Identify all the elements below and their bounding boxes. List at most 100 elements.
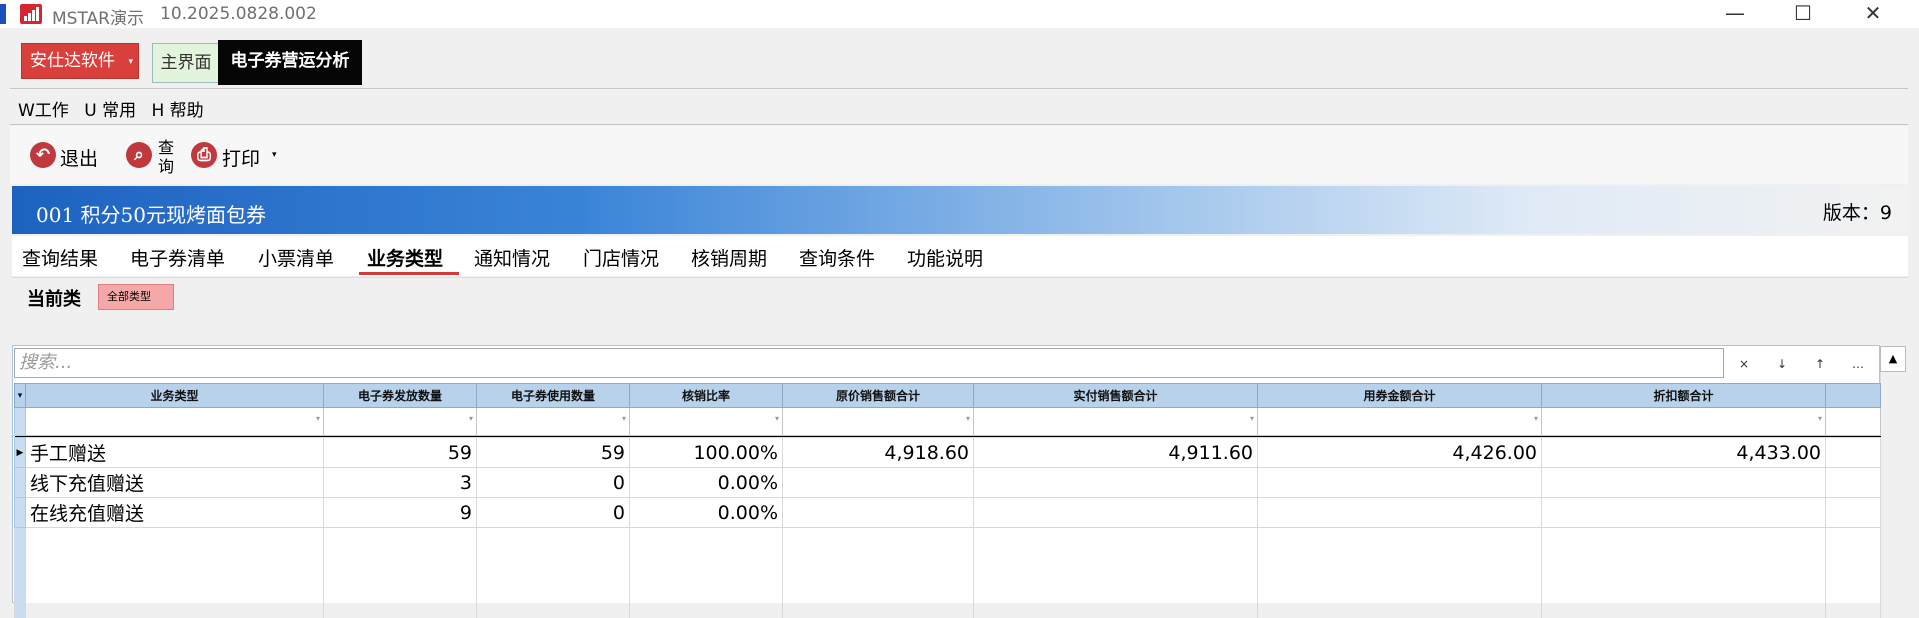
cell-ratio[interactable]: 100.00% — [629, 437, 783, 468]
column-filter[interactable]: ▾ — [782, 407, 974, 436]
tab-query-conditions[interactable]: 查询条件 — [799, 244, 875, 271]
toolbar: ↶ 退出 ⌕ 查 询 ⎙ 打印 ▾ — [10, 126, 1908, 184]
cell-original-sales[interactable]: 4,918.60 — [782, 437, 974, 468]
cell-issued[interactable]: 59 — [323, 437, 477, 468]
column-filter[interactable]: ▾ — [973, 407, 1258, 436]
column-filter[interactable]: ▾ — [1541, 407, 1826, 436]
column-filter[interactable]: ▾ — [476, 407, 630, 436]
table-row[interactable]: ▶ 手工赠送 59 59 100.00% 4,918.60 4,911.60 4… — [14, 437, 1881, 468]
empty-cell — [323, 527, 477, 618]
cell-ratio[interactable]: 0.00% — [629, 467, 783, 498]
tab-function-help[interactable]: 功能说明 — [907, 244, 983, 271]
cell-paid-sales[interactable] — [973, 497, 1258, 528]
empty-cell — [973, 527, 1258, 618]
table-row[interactable]: 线下充值赠送 3 0 0.00% — [14, 467, 1881, 498]
cell-filler — [1825, 467, 1881, 498]
row-indicator[interactable] — [14, 467, 26, 498]
cell-used[interactable]: 0 — [476, 467, 630, 498]
cell-paid-sales[interactable]: 4,911.60 — [973, 437, 1258, 468]
business-type-table: ▾ 业务类型 电子券发放数量 电子券使用数量 核销比率 原价销售额合计 实付销售… — [14, 383, 1881, 618]
cell-original-sales[interactable] — [782, 497, 974, 528]
print-dropdown-icon: ▾ — [272, 150, 277, 160]
category-badge[interactable]: 全部类型 — [98, 284, 174, 310]
cell-used[interactable]: 59 — [476, 437, 630, 468]
chevron-down-icon: ▾ — [128, 57, 133, 67]
company-menu-button[interactable]: 安仕达软件 ▾ — [21, 43, 139, 79]
cell-original-sales[interactable] — [782, 467, 974, 498]
exit-label: 退出 — [60, 148, 99, 170]
chevron-down-icon: ▾ — [1533, 414, 1538, 423]
column-header-filler — [1825, 383, 1881, 408]
column-header[interactable]: 电子券发放数量 — [323, 383, 477, 408]
tab-receipt-list[interactable]: 小票清单 — [258, 244, 334, 271]
cell-issued[interactable]: 9 — [323, 497, 477, 528]
chevron-down-icon: ▾ — [17, 390, 23, 401]
minimize-button[interactable]: — — [1700, 0, 1770, 28]
cell-business-type[interactable]: 在线充值赠送 — [25, 497, 324, 528]
menu-common[interactable]: U 常用 — [84, 101, 136, 121]
cell-discount[interactable] — [1541, 497, 1826, 528]
cell-business-type[interactable]: 手工赠送 — [25, 437, 324, 468]
search-input[interactable]: 搜索... — [14, 348, 1724, 378]
tab-redemption-cycle[interactable]: 核销周期 — [691, 244, 767, 271]
tab-business-type[interactable]: 业务类型 — [367, 244, 443, 271]
printer-icon: ⎙ — [191, 142, 217, 168]
menu-work[interactable]: W工作 — [18, 101, 69, 121]
column-filter[interactable]: ▾ — [1257, 407, 1542, 436]
column-header[interactable]: 实付销售额合计 — [973, 383, 1258, 408]
cell-coupon-amount[interactable] — [1257, 497, 1542, 528]
column-header[interactable]: 核销比率 — [629, 383, 783, 408]
tab-query-results[interactable]: 查询结果 — [22, 244, 98, 271]
data-grid: ▾ 业务类型 电子券发放数量 电子券使用数量 核销比率 原价销售额合计 实付销售… — [14, 383, 1881, 618]
previous-match-button[interactable]: ↑ — [1802, 351, 1838, 377]
row-indicator[interactable] — [14, 497, 26, 528]
tab-notification[interactable]: 通知情况 — [474, 244, 550, 271]
tab-coupon-list[interactable]: 电子券清单 — [130, 244, 225, 271]
cell-discount[interactable] — [1541, 467, 1826, 498]
app-icon — [20, 4, 42, 24]
column-header[interactable]: 用券金额合计 — [1257, 383, 1542, 408]
column-filter[interactable]: ▾ — [323, 407, 477, 436]
cell-coupon-amount[interactable] — [1257, 467, 1542, 498]
column-header[interactable]: 原价销售额合计 — [782, 383, 974, 408]
maximize-button[interactable]: ☐ — [1768, 0, 1838, 28]
sub-tabs: 查询结果 电子券清单 小票清单 业务类型 通知情况 门店情况 核销周期 查询条件… — [12, 236, 1908, 276]
more-icon: … — [1852, 357, 1864, 371]
column-filter[interactable]: ▾ — [25, 407, 324, 436]
next-match-button[interactable]: ↓ — [1764, 351, 1800, 377]
tab-store[interactable]: 门店情况 — [583, 244, 659, 271]
cell-ratio[interactable]: 0.00% — [629, 497, 783, 528]
exit-icon: ↶ — [30, 142, 56, 168]
cell-issued[interactable]: 3 — [323, 467, 477, 498]
cell-coupon-amount[interactable]: 4,426.00 — [1257, 437, 1542, 468]
close-button[interactable]: ✕ — [1838, 0, 1908, 28]
column-filter-filler — [1825, 407, 1881, 436]
empty-cell — [782, 527, 974, 618]
column-header[interactable]: 折扣额合计 — [1541, 383, 1826, 408]
divider — [10, 88, 1908, 89]
column-header[interactable]: 业务类型 — [25, 383, 324, 408]
cell-discount[interactable]: 4,433.00 — [1541, 437, 1826, 468]
close-icon: ✕ — [1864, 1, 1882, 25]
search-options-button[interactable]: … — [1840, 351, 1876, 377]
header-row: ▾ 业务类型 电子券发放数量 电子券使用数量 核销比率 原价销售额合计 实付销售… — [14, 383, 1881, 408]
tab-coupon-analysis[interactable]: 电子券营运分析 — [218, 40, 362, 85]
cell-used[interactable]: 0 — [476, 497, 630, 528]
filter-indicator — [14, 407, 26, 436]
menu-help[interactable]: H 帮助 — [151, 101, 203, 121]
active-tab-indicator — [359, 272, 459, 275]
table-row[interactable]: 在线充值赠送 9 0 0.00% — [14, 497, 1881, 528]
column-header[interactable]: 电子券使用数量 — [476, 383, 630, 408]
cell-paid-sales[interactable] — [973, 467, 1258, 498]
scroll-up-button[interactable]: ▲ — [1880, 346, 1906, 372]
grid-corner[interactable]: ▾ — [14, 383, 26, 408]
column-filter[interactable]: ▾ — [629, 407, 783, 436]
query-label-line2: 询 — [158, 157, 175, 176]
clear-search-button[interactable]: × — [1726, 351, 1762, 377]
vertical-scrollbar[interactable] — [1880, 372, 1906, 603]
module-tabs-row: 安仕达软件 ▾ 主界面 电子券营运分析 — [10, 38, 1910, 86]
row-indicator[interactable]: ▶ — [14, 437, 26, 468]
tab-main-screen[interactable]: 主界面 — [152, 43, 220, 83]
cell-business-type[interactable]: 线下充值赠送 — [25, 467, 324, 498]
window-version: 10.2025.0828.002 — [160, 4, 317, 24]
